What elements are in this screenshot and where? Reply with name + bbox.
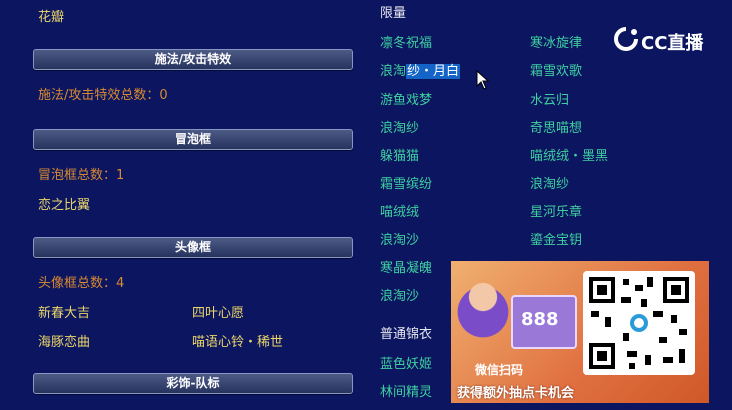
section-header-decoration-team: 彩饰-队标 [33,373,353,394]
cc-live-logo: CC直播 [613,24,713,54]
limited-item: 浪淘沙 [380,289,420,304]
avatar-frame-item: 新春大吉 [38,306,91,321]
limited-item-selected: 浪淘纱・月白 [380,60,461,79]
limited-item: 喵绒绒・墨黑 [530,149,609,164]
promo-ad-banner[interactable]: 888 微信扫码 获得额外抽点卡机会 [451,261,709,403]
section-header-avatar-frame: 头像框 [33,237,353,258]
avatar-frame-item: 海豚恋曲 [38,335,91,350]
prize-text: 获得额外抽点卡机会 [457,386,575,401]
top-item: 花瓣 [38,10,65,25]
limited-item: 喵绒绒 [380,205,420,220]
limited-item: 水云归 [530,93,570,108]
wechat-scan-text: 微信扫码 [475,363,524,377]
limited-item: 霜雪欢歌 [530,64,583,79]
limited-item: 奇思喵想 [530,121,583,136]
text-selection-highlight[interactable]: 纱・月白 [406,64,461,79]
bubble-count: 冒泡框总数：1 [38,168,125,183]
point-card-image: 888 [511,295,577,349]
logo-text: CC直播 [641,33,704,54]
limited-item: 寒冰旋律 [530,36,583,51]
limited-item: 躲猫猫 [380,149,420,164]
bubble-item: 恋之比翼 [38,198,91,213]
normal-item: 蓝色妖姬 [380,357,433,372]
cast-effect-count: 施法/攻击特效总数：0 [38,88,168,103]
limited-header: 限量 [380,6,407,21]
qr-code-pattern [589,277,689,369]
limited-item: 浪淘纱 [530,177,570,192]
limited-item: 星河乐章 [530,205,583,220]
cc-logo-icon [614,27,638,51]
qr-code[interactable] [583,271,695,375]
character-illustration [453,267,513,367]
limited-item: 霜雪缤纷 [380,177,433,192]
normal-item: 林间精灵 [380,385,433,400]
section-header-bubble: 冒泡框 [33,129,353,150]
section-header-cast-effect: 施法/攻击特效 [33,49,353,70]
limited-item: 浪淘纱 [380,121,420,136]
limited-item: 寒晶凝魄 [380,261,433,276]
limited-item: 浪淘沙 [380,233,420,248]
limited-item: 游鱼戏梦 [380,93,433,108]
limited-item: 凛冬祝福 [380,36,433,51]
mouse-cursor-icon [476,70,490,90]
avatar-frame-item: 四叶心愿 [192,306,245,321]
left-panel: 花瓣 施法/攻击特效 施法/攻击特效总数：0 冒泡框 冒泡框总数：1 恋之比翼 … [0,0,370,410]
avatar-frame-count: 头像框总数：4 [38,276,125,291]
selected-prefix: 浪淘 [380,64,407,79]
normal-header: 普通锦衣 [380,327,433,342]
avatar-frame-item: 喵语心铃・稀世 [192,335,284,350]
point-card-value: 888 [521,309,559,330]
limited-item: 鎏金宝钥 [530,233,583,248]
